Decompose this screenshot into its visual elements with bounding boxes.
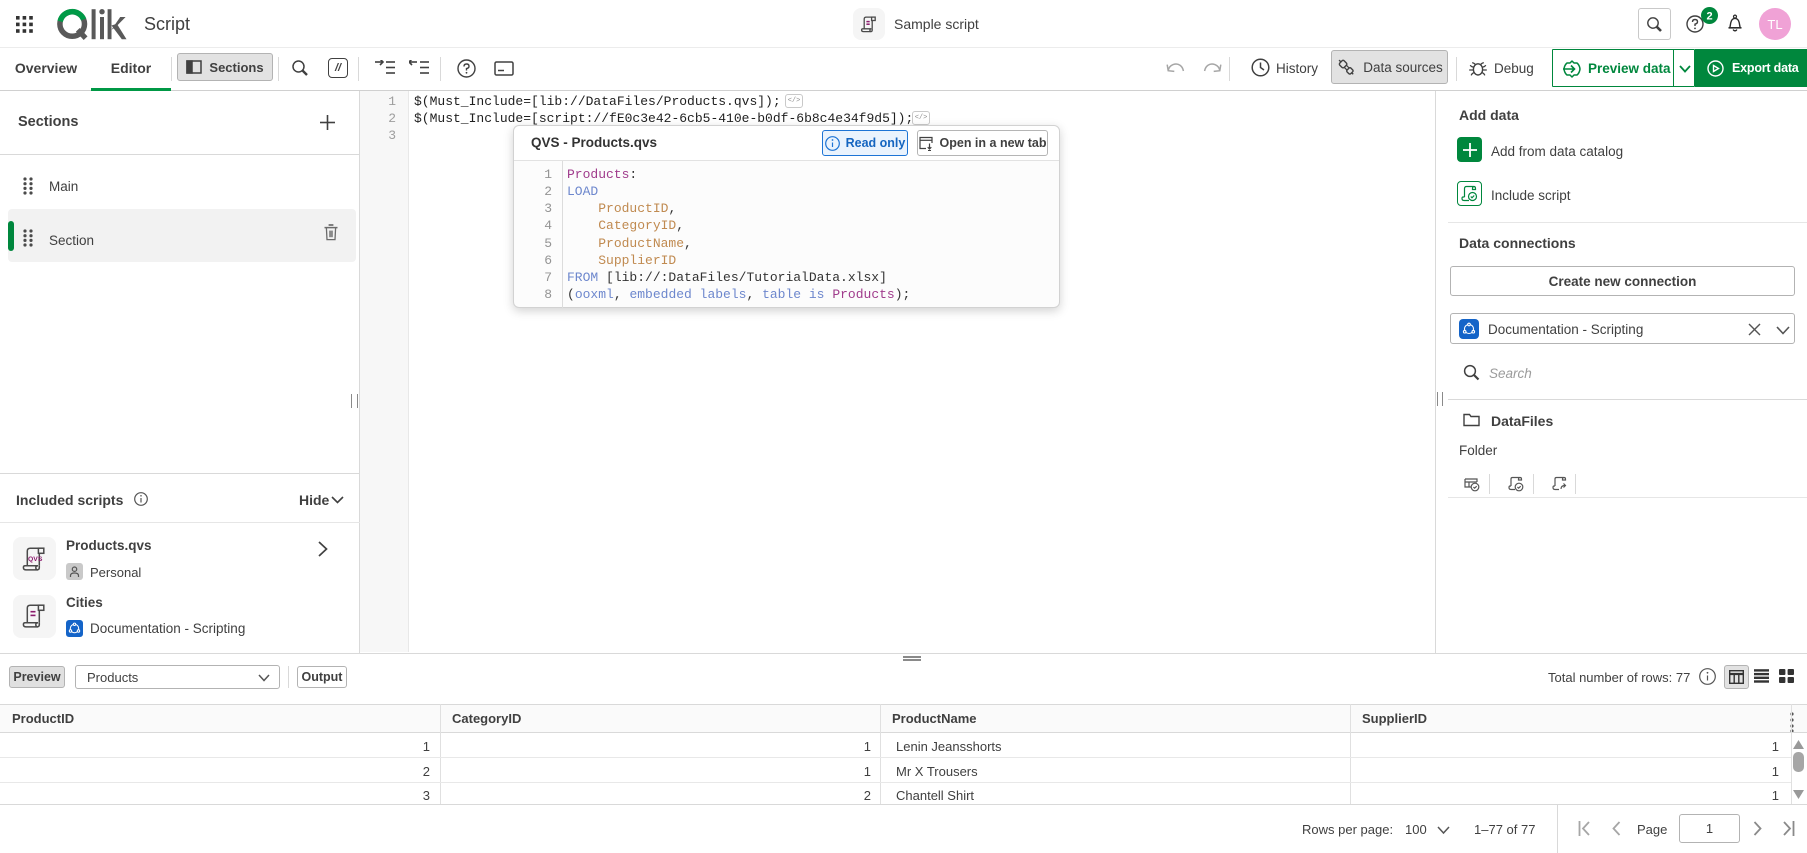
svg-text:2: 2: [1706, 10, 1712, 22]
svg-text:QVS: QVS: [28, 556, 43, 563]
